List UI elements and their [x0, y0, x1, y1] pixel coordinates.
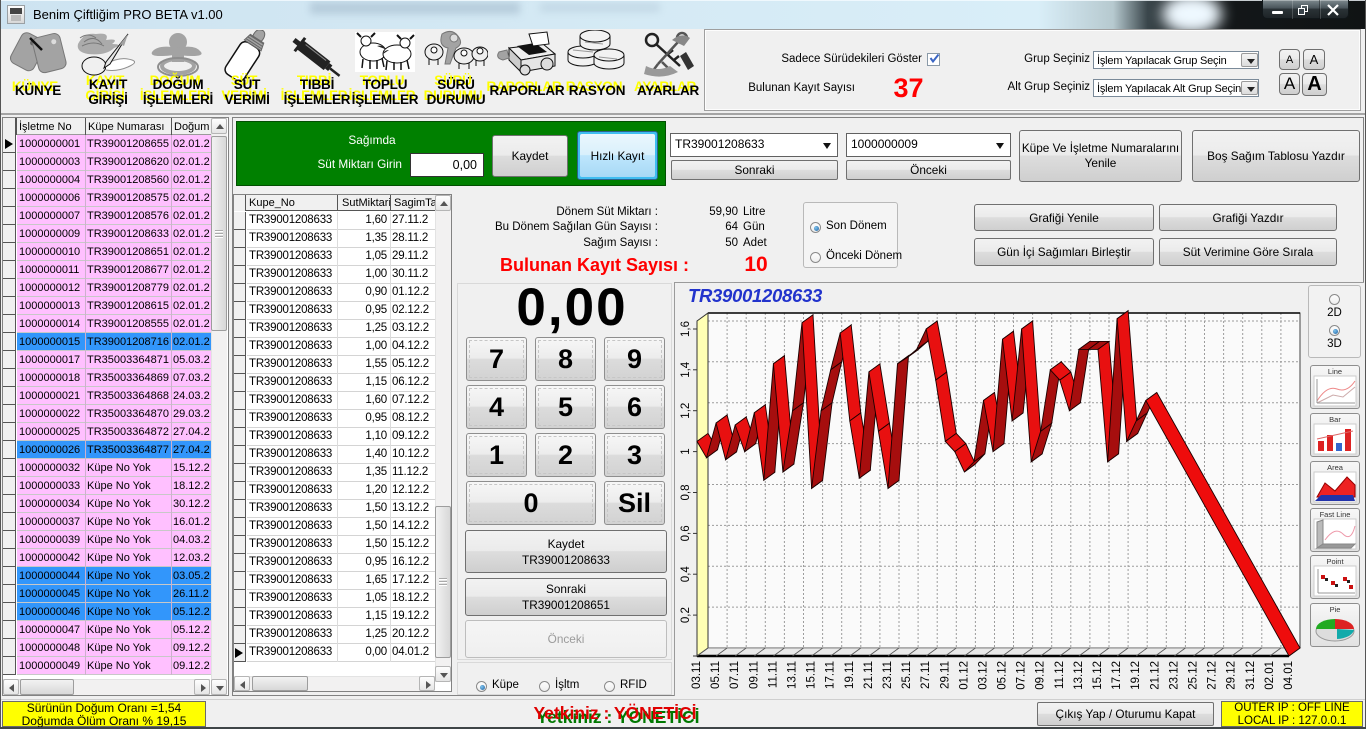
svg-text:03.11: 03.11: [691, 661, 703, 689]
svg-text:23.11: 23.11: [882, 661, 894, 689]
svg-text:05.12: 05.12: [997, 661, 1009, 690]
svg-text:25.11: 25.11: [901, 661, 913, 689]
svg-text:0,6: 0,6: [680, 525, 692, 541]
svg-text:07.11: 07.11: [729, 661, 741, 689]
svg-text:13.11: 13.11: [787, 661, 799, 689]
svg-text:17.12: 17.12: [1111, 661, 1123, 690]
svg-text:11.12: 11.12: [1054, 661, 1066, 689]
svg-text:19.11: 19.11: [844, 661, 856, 689]
svg-text:0,4: 0,4: [680, 566, 692, 583]
svg-text:1,2: 1,2: [680, 403, 692, 419]
svg-text:31.12: 31.12: [1245, 661, 1257, 690]
svg-text:02.01: 02.01: [1264, 661, 1276, 690]
svg-text:29.11: 29.11: [939, 661, 951, 689]
svg-text:01.12: 01.12: [958, 661, 970, 690]
svg-text:19.12: 19.12: [1130, 661, 1142, 690]
svg-text:25.12: 25.12: [1188, 661, 1200, 690]
svg-text:04.01: 04.01: [1283, 661, 1295, 690]
svg-text:13.12: 13.12: [1073, 661, 1085, 690]
svg-text:0,8: 0,8: [680, 485, 692, 501]
svg-text:27.11: 27.11: [920, 661, 932, 689]
svg-text:09.12: 09.12: [1035, 661, 1047, 690]
svg-text:1,6: 1,6: [680, 321, 692, 337]
svg-text:1,4: 1,4: [680, 361, 692, 378]
svg-text:09.11: 09.11: [748, 661, 760, 689]
svg-text:17.11: 17.11: [825, 661, 837, 689]
svg-text:15.12: 15.12: [1092, 661, 1104, 690]
svg-text:05.11: 05.11: [710, 661, 722, 689]
svg-text:23.12: 23.12: [1168, 661, 1180, 690]
svg-text:27.12: 27.12: [1207, 661, 1219, 690]
svg-text:0,2: 0,2: [680, 607, 692, 623]
svg-text:03.12: 03.12: [978, 661, 990, 690]
svg-text:21.12: 21.12: [1149, 661, 1161, 690]
svg-text:1: 1: [680, 448, 692, 454]
svg-text:11.11: 11.11: [767, 661, 779, 688]
svg-text:29.12: 29.12: [1226, 661, 1238, 690]
svg-text:15.11: 15.11: [806, 661, 818, 689]
svg-text:07.12: 07.12: [1016, 661, 1028, 690]
svg-text:21.11: 21.11: [863, 661, 875, 689]
